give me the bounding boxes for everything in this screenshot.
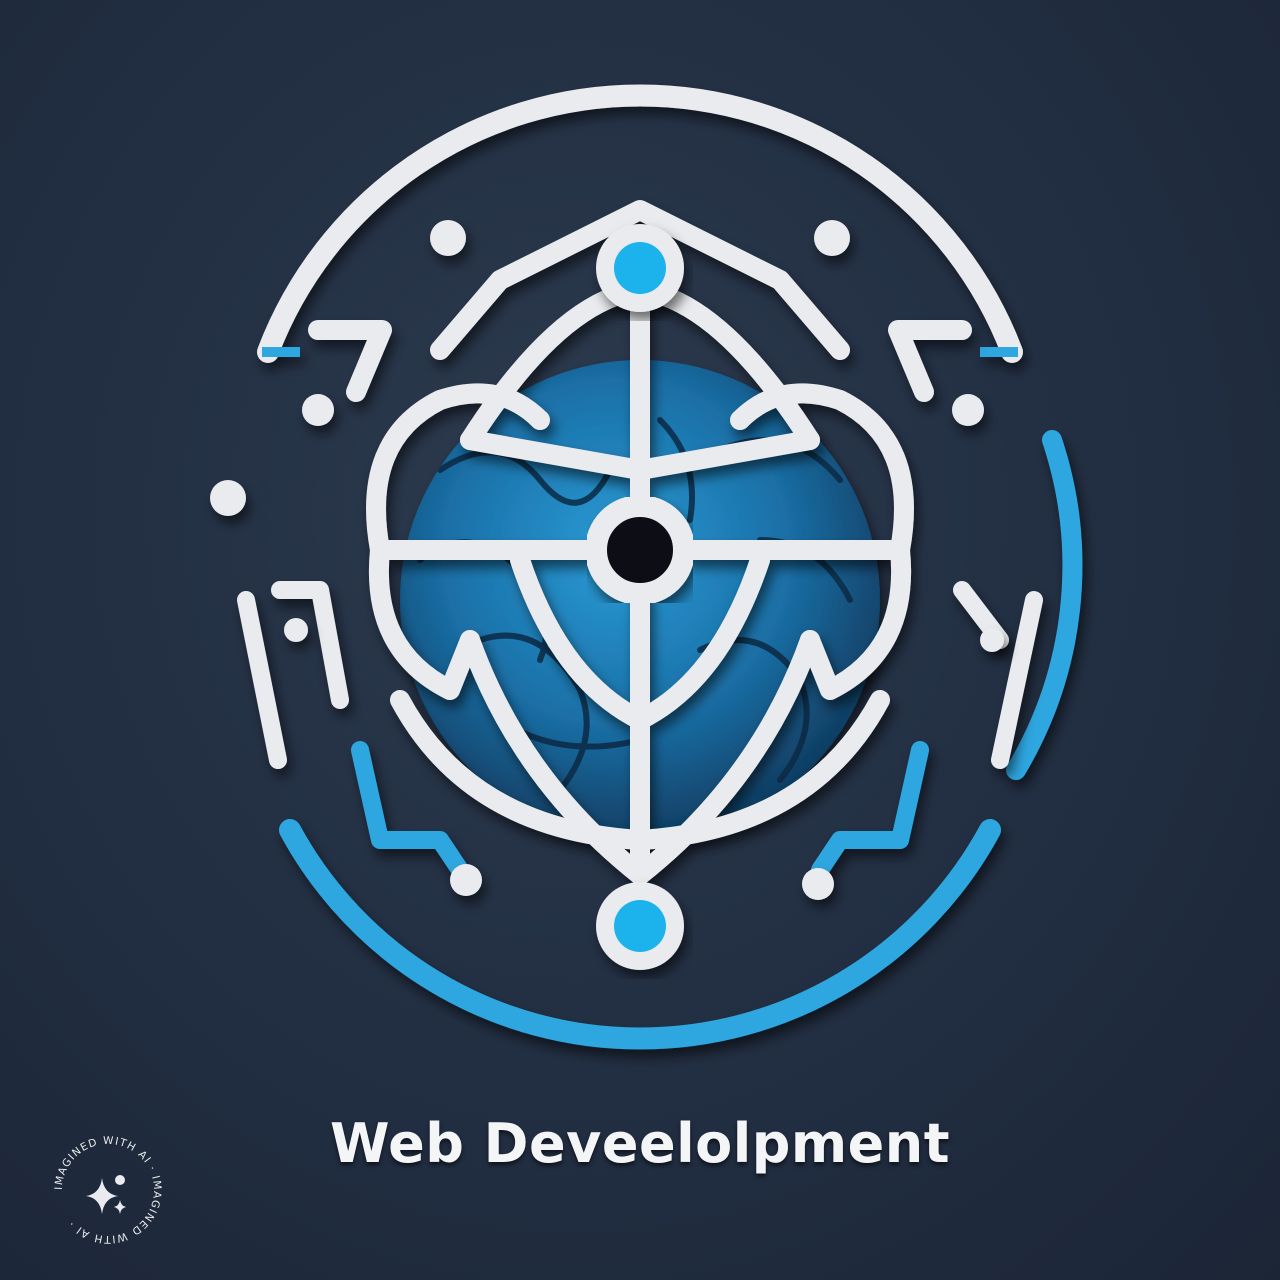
dot <box>450 864 482 896</box>
bottom-node <box>596 882 684 970</box>
dot <box>284 618 308 642</box>
dot <box>952 394 984 426</box>
center-hub <box>585 495 695 605</box>
dot <box>302 394 334 426</box>
dot <box>430 220 466 256</box>
dot <box>814 220 850 256</box>
ai-watermark-badge: IMAGINED WITH AI · IMAGINED WITH AI · <box>53 1135 163 1245</box>
dot <box>802 868 834 900</box>
top-node <box>596 224 684 312</box>
web-development-logo <box>210 84 1083 1050</box>
dot <box>210 480 246 516</box>
svg-text:IMAGINED WITH AI · IMAGINED WI: IMAGINED WITH AI · IMAGINED WITH AI · <box>53 1135 163 1245</box>
logo-caption: Web Deveelolpment <box>329 1112 951 1175</box>
watermark-text: IMAGINED WITH AI · IMAGINED WITH AI · <box>53 1135 162 1245</box>
dot <box>980 628 1004 652</box>
sparkle-icon <box>86 1175 126 1214</box>
